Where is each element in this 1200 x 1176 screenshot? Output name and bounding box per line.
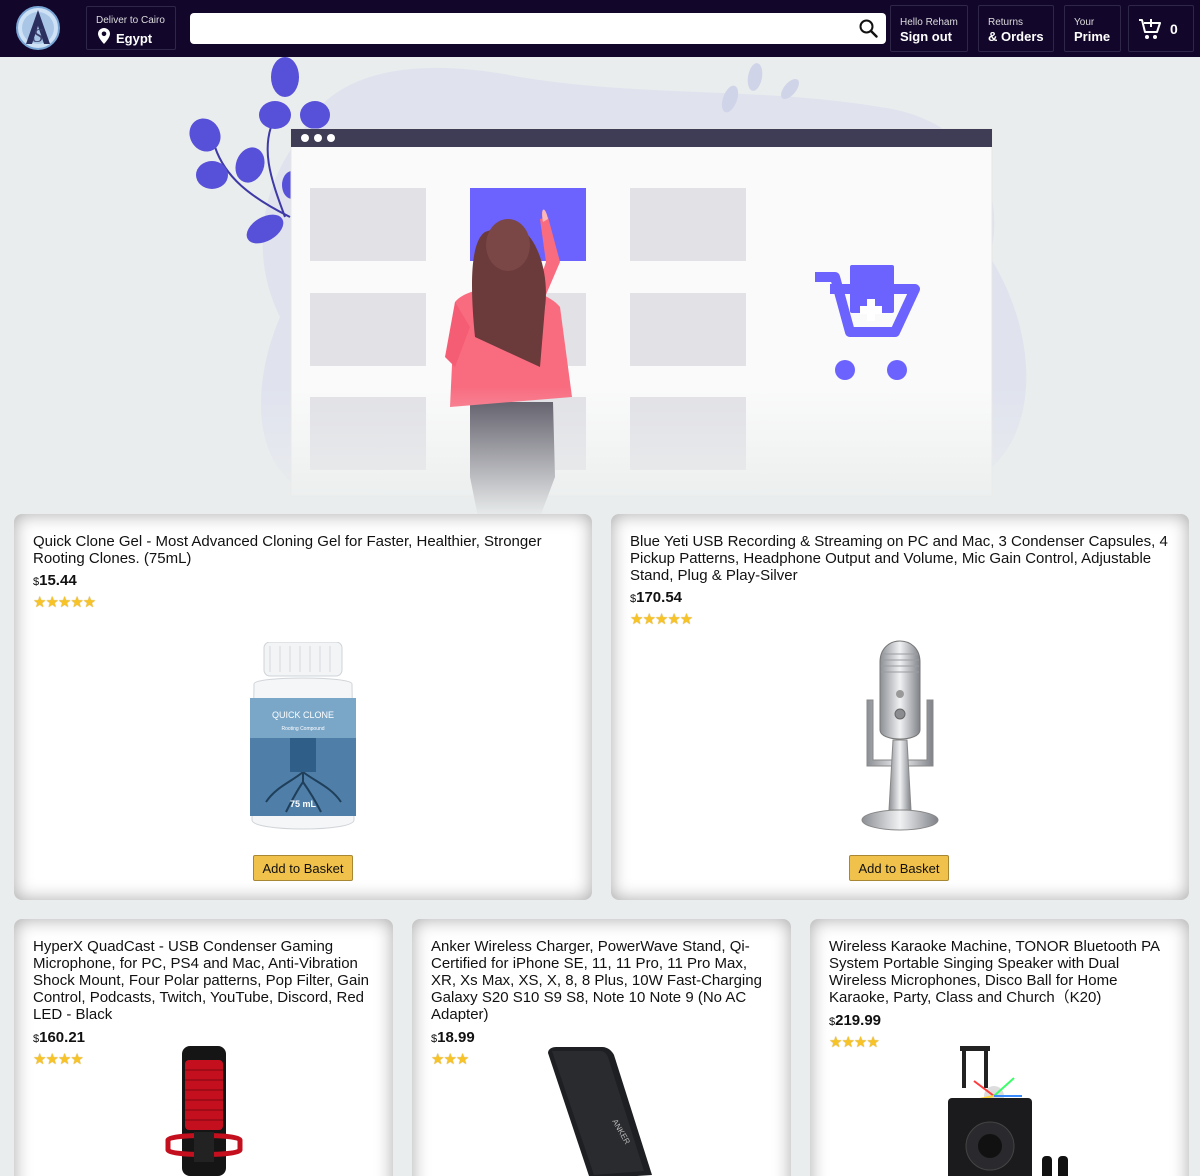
location-pin-icon	[98, 28, 110, 44]
product-rating-stars: ★★★	[431, 1051, 469, 1068]
product-rating-stars: ★★★★	[829, 1034, 880, 1051]
product-card: Wireless Karaoke Machine, TONOR Bluetoot…	[810, 919, 1189, 1176]
price-value: 170.54	[636, 589, 683, 606]
prime-label: Prime	[1074, 29, 1111, 44]
svg-text:S: S	[33, 25, 43, 47]
product-image-blue-yeti[interactable]	[859, 640, 941, 839]
product-rating-stars: ★★★★★	[33, 594, 96, 611]
product-price: $170.54	[630, 589, 682, 606]
product-title[interactable]: Anker Wireless Charger, PowerWave Stand,…	[431, 938, 775, 1023]
search-icon[interactable]	[859, 19, 878, 38]
add-to-basket-button[interactable]: Add to Basket	[253, 855, 353, 881]
deliver-label: Deliver to Cairo	[96, 15, 165, 26]
your-prime[interactable]: Your Prime	[1064, 5, 1121, 52]
cart-icon	[1138, 17, 1162, 41]
returns-orders[interactable]: Returns & Orders	[978, 5, 1054, 52]
search-bar	[190, 13, 886, 44]
bottle-volume-text: 75 mL	[290, 799, 317, 809]
product-rating-stars: ★★★★★	[630, 611, 693, 628]
product-price: $160.21	[33, 1029, 85, 1046]
product-rating-stars: ★★★★	[33, 1051, 84, 1068]
logo-icon[interactable]: S	[14, 4, 62, 52]
product-price: $15.44	[33, 572, 77, 589]
add-to-basket-button[interactable]: Add to Basket	[849, 855, 949, 881]
product-card: Quick Clone Gel - Most Advanced Cloning …	[14, 514, 592, 900]
cart-count: 0	[1170, 21, 1178, 37]
account-sign-out[interactable]: Hello Reham Sign out	[890, 5, 968, 52]
top-nav-bar: S Deliver to Cairo Egypt Hello Reham Sig…	[0, 0, 1200, 57]
price-value: 18.99	[437, 1029, 475, 1046]
price-value: 160.21	[39, 1029, 86, 1046]
product-card: HyperX QuadCast - USB Condenser Gaming M…	[14, 919, 393, 1176]
product-image-anker-charger[interactable]: ANKER	[544, 1047, 654, 1176]
product-price: $219.99	[829, 1012, 881, 1029]
search-input[interactable]	[190, 13, 840, 44]
bottle-subtitle-text: Rooting Compound	[281, 726, 324, 732]
deliver-to-location[interactable]: Deliver to Cairo Egypt	[86, 6, 176, 50]
product-title[interactable]: HyperX QuadCast - USB Condenser Gaming M…	[33, 938, 377, 1023]
product-card: Blue Yeti USB Recording & Streaming on P…	[611, 514, 1189, 900]
greeting-label: Hello Reham	[900, 17, 958, 28]
your-label: Your	[1074, 17, 1095, 28]
product-image-quick-clone[interactable]: QUICK CLONE Rooting Compound 75 mL	[246, 641, 360, 837]
cart-button[interactable]: 0	[1128, 5, 1194, 52]
product-image-hyperx-quadcast[interactable]	[164, 1046, 244, 1176]
returns-label: Returns	[988, 17, 1024, 28]
product-price: $18.99	[431, 1029, 475, 1046]
product-title[interactable]: Blue Yeti USB Recording & Streaming on P…	[630, 533, 1173, 584]
deliver-country: Egypt	[116, 31, 153, 46]
sign-out-label: Sign out	[900, 29, 952, 44]
hero-banner	[0, 57, 1200, 517]
product-title[interactable]: Quick Clone Gel - Most Advanced Cloning …	[33, 533, 576, 567]
product-title[interactable]: Wireless Karaoke Machine, TONOR Bluetoot…	[829, 938, 1173, 1006]
product-image-karaoke-machine[interactable]	[944, 1046, 1074, 1176]
bottle-brand-text: QUICK CLONE	[272, 710, 334, 720]
product-card: Anker Wireless Charger, PowerWave Stand,…	[412, 919, 791, 1176]
price-value: 15.44	[39, 572, 77, 589]
price-value: 219.99	[835, 1012, 882, 1029]
hero-illustration	[0, 57, 1200, 517]
orders-label: & Orders	[988, 29, 1044, 44]
